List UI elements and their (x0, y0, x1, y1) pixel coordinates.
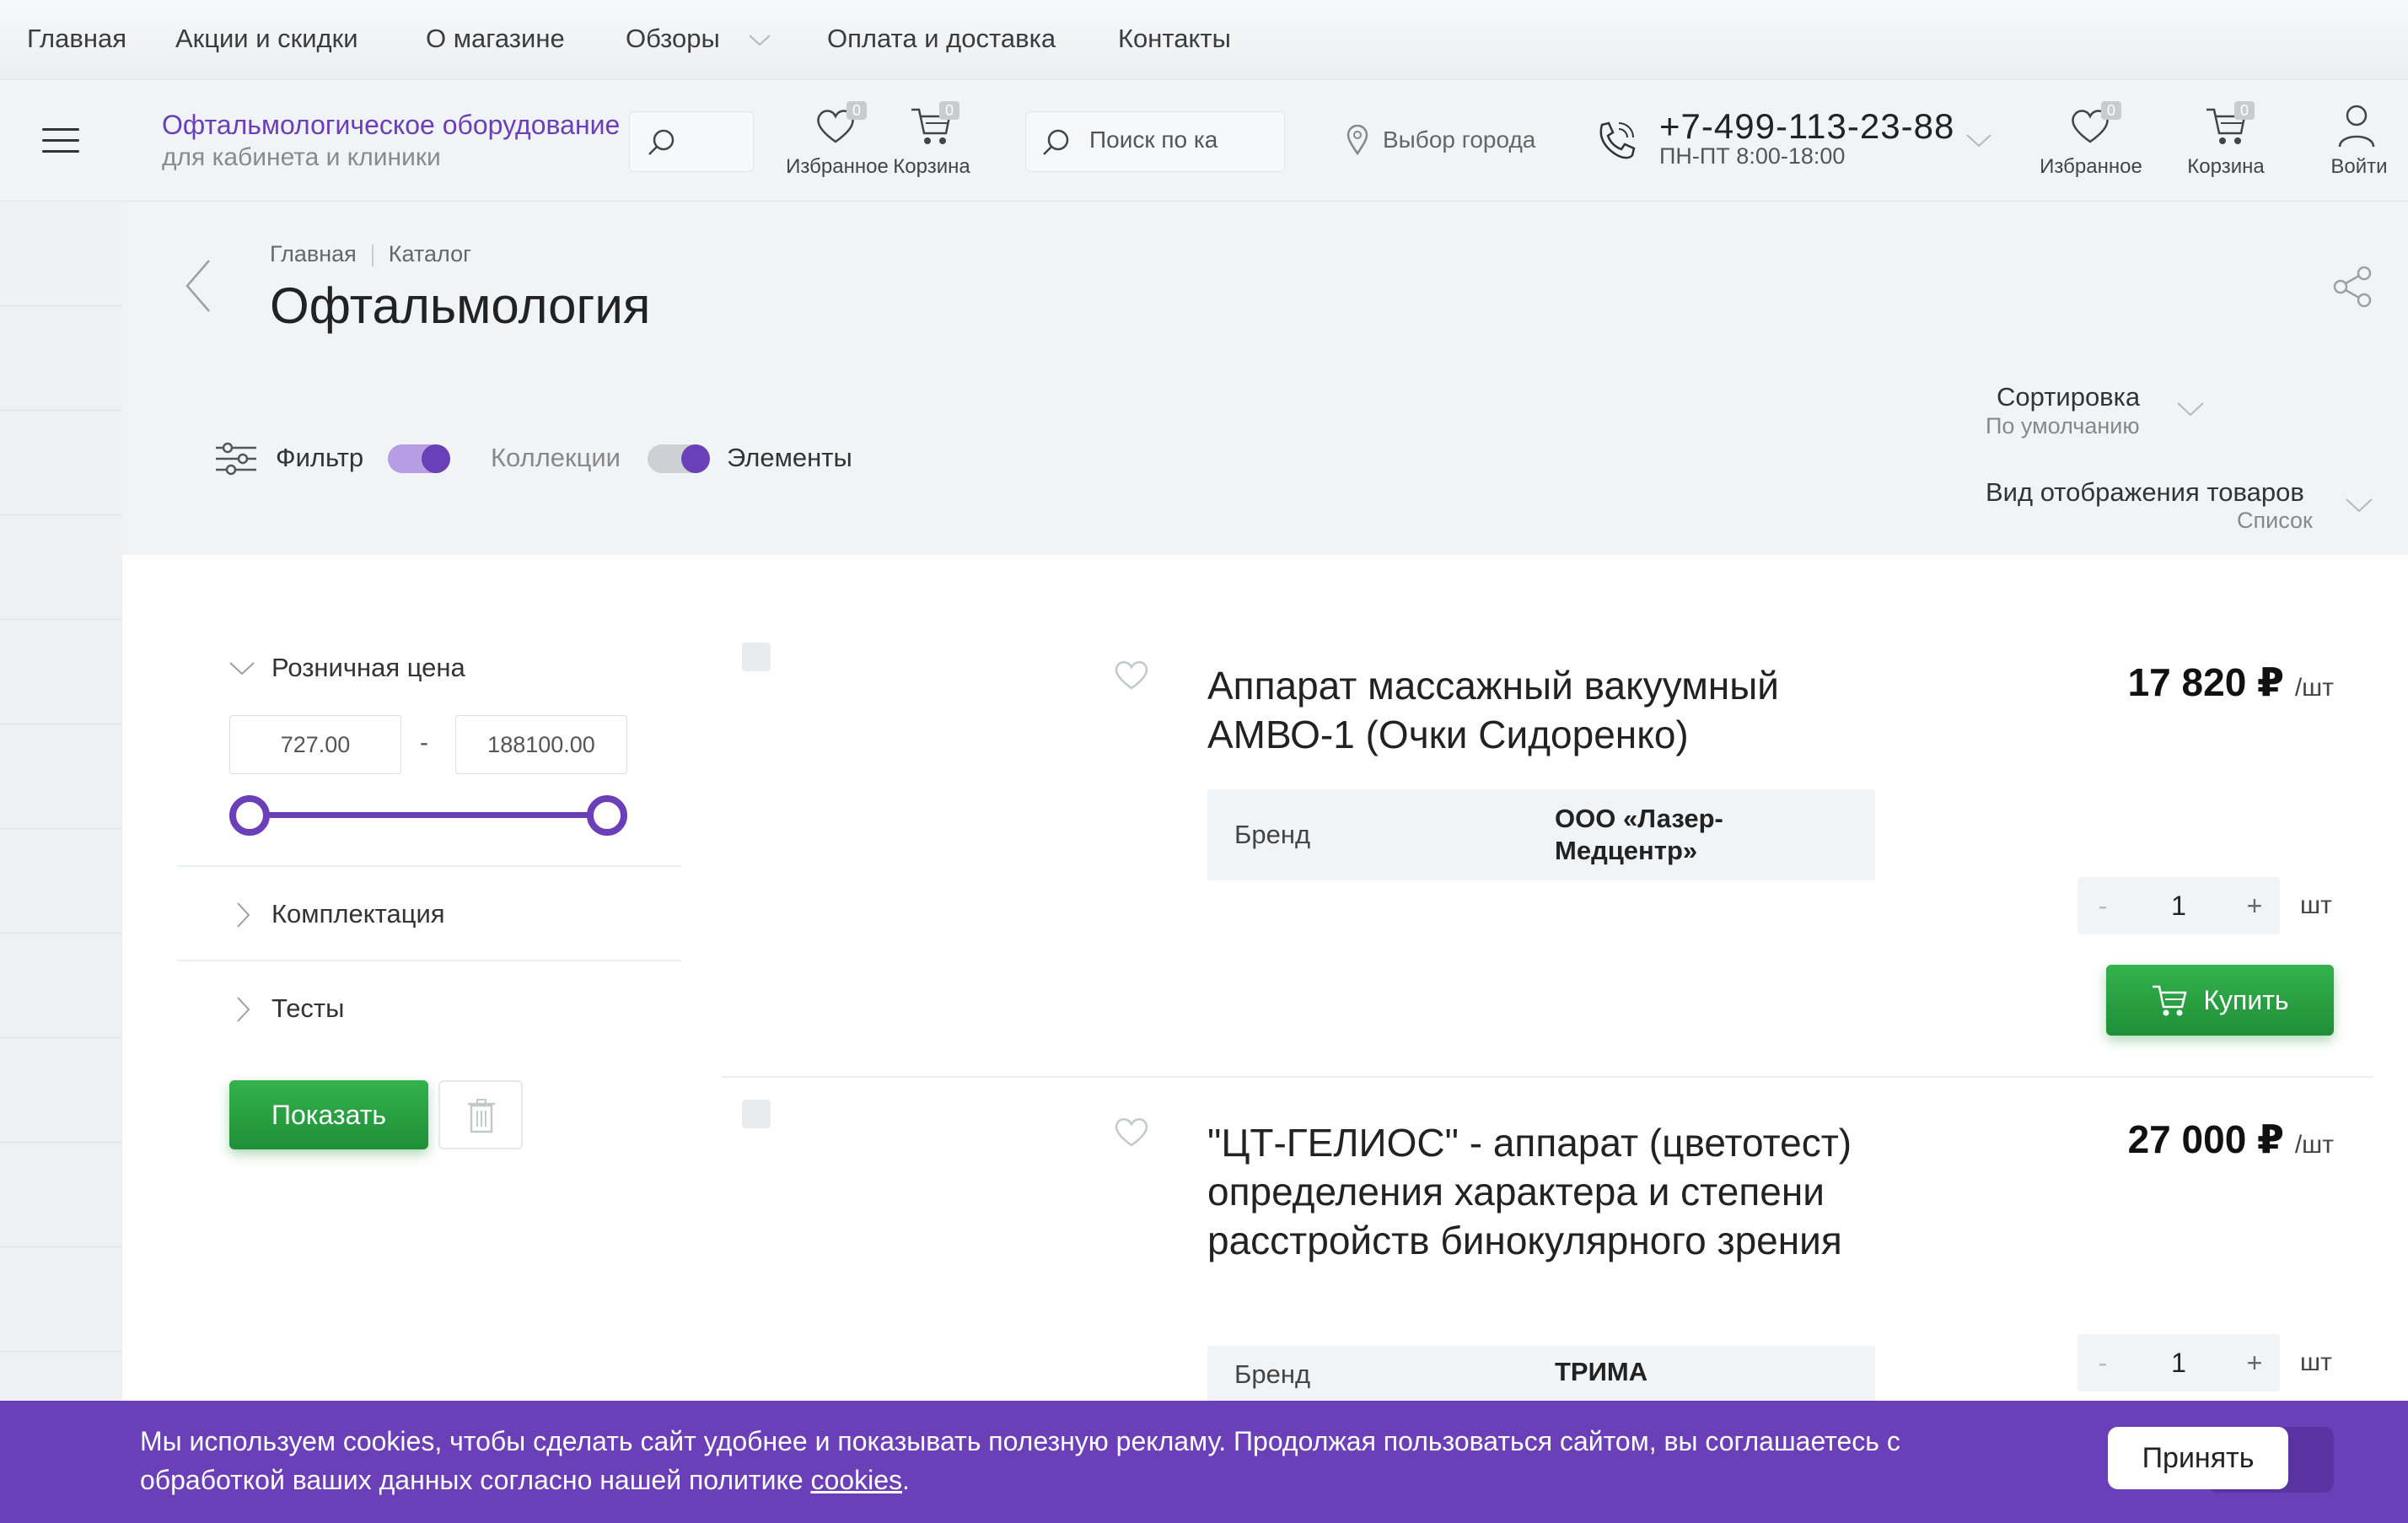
topnav-promotions[interactable]: Акции и скидки (175, 24, 358, 54)
chevron-right-icon[interactable] (234, 901, 253, 929)
price-max-input[interactable]: 188100.00 (455, 715, 627, 774)
heart-icon[interactable] (1113, 1115, 1150, 1149)
filter-settings-icon[interactable] (214, 442, 258, 476)
sort-title[interactable]: Сортировка (1997, 382, 2140, 412)
filter-section-tests[interactable]: Тесты (271, 993, 344, 1024)
chevron-down-icon[interactable] (228, 659, 256, 678)
chevron-down-icon[interactable] (747, 32, 772, 49)
property-value: ООО «Лазер-Медцентр» (1555, 804, 1723, 865)
cookie-policy-link[interactable]: cookies (811, 1465, 903, 1495)
working-hours: ПН-ПТ 8:00-18:00 (1659, 143, 1846, 169)
breadcrumb-catalog[interactable]: Каталог (389, 241, 471, 266)
quantity-value[interactable]: 1 (2128, 1334, 2229, 1391)
chevron-down-icon[interactable] (2344, 496, 2374, 514)
show-button[interactable]: Показать (229, 1080, 428, 1149)
product-divider (721, 1076, 2373, 1078)
compare-checkbox[interactable] (742, 1100, 771, 1128)
accept-cookies-button[interactable]: Принять (2108, 1427, 2288, 1489)
product-title[interactable]: "ЦТ-ГЕЛИОС" - аппарат (цветотест) опреде… (1207, 1118, 1882, 1265)
price-min-input[interactable]: 727.00 (229, 715, 401, 774)
brand-title[interactable]: Офтальмологическое оборудование (162, 110, 620, 141)
quantity-unit: шт (2300, 891, 2332, 919)
search-placeholder[interactable]: Поиск по ка (1089, 126, 1217, 153)
city-selector[interactable]: Выбор города (1383, 126, 1535, 153)
price-range-separator: - (420, 729, 428, 756)
quantity-unit: шт (2300, 1348, 2332, 1376)
user-icon[interactable] (2337, 103, 2376, 148)
chevron-down-icon[interactable] (2175, 400, 2206, 418)
breadcrumb-home[interactable]: Главная (270, 241, 357, 266)
price-range-max-handle[interactable] (587, 795, 627, 836)
breadcrumb: Главная Каталог (270, 241, 471, 267)
cart-count-badge: 0 (2234, 101, 2255, 120)
quantity-value[interactable]: 1 (2128, 877, 2229, 934)
trash-icon (468, 1099, 495, 1133)
phone-number[interactable]: +7-499-113-23-88 (1659, 106, 1954, 147)
back-arrow-icon[interactable] (184, 258, 212, 314)
favorites-count-badge: 0 (847, 101, 867, 120)
compare-checkbox[interactable] (742, 643, 771, 671)
filter-toggle[interactable] (388, 444, 450, 473)
quantity-decrease[interactable]: - (2077, 877, 2128, 934)
property-key: Бренд (1234, 820, 1311, 849)
quantity-stepper[interactable]: - 1 + (2077, 877, 2280, 934)
sort-value[interactable]: По умолчанию (1986, 413, 2140, 439)
view-mode-value[interactable]: Список (2237, 508, 2313, 534)
location-pin-icon[interactable] (1346, 125, 1369, 155)
share-icon[interactable] (2330, 265, 2374, 309)
elements-label[interactable]: Элементы (727, 443, 852, 473)
page-title: Офтальмология (270, 277, 651, 334)
search-icon[interactable] (1040, 126, 1072, 159)
heart-icon[interactable] (1113, 658, 1150, 692)
cookie-message: Мы используем cookies, чтобы сделать сай… (140, 1426, 1900, 1495)
cart-label[interactable]: Корзина (885, 155, 978, 179)
chevron-down-icon[interactable] (1965, 132, 1993, 150)
menu-icon[interactable] (42, 128, 79, 153)
search-icon[interactable] (646, 126, 678, 159)
quantity-stepper[interactable]: - 1 + (2077, 1334, 2280, 1391)
price-filter-title[interactable]: Розничная цена (271, 653, 465, 683)
filter-section-equipment[interactable]: Комплектация (271, 899, 445, 929)
filter-divider (177, 960, 681, 961)
quantity-decrease[interactable]: - (2077, 1334, 2128, 1391)
cart-label[interactable]: Корзина (2175, 155, 2276, 179)
price-range-min-handle[interactable] (229, 795, 270, 836)
price-range-track[interactable] (250, 812, 607, 818)
quantity-increase[interactable]: + (2229, 877, 2280, 934)
property-value: ТРИМА (1555, 1357, 1648, 1386)
left-sidebar-strip (0, 202, 122, 1523)
topnav-home[interactable]: Главная (27, 24, 126, 54)
cart-count-badge: 0 (939, 101, 959, 120)
product-price: 27 000 ₽ /шт (2127, 1117, 2334, 1161)
view-mode-title[interactable]: Вид отображения товаров (1986, 477, 2304, 508)
top-navigation: Главная Акции и скидки О магазине Обзоры… (0, 0, 2408, 80)
product-price: 17 820 ₽ /шт (2127, 660, 2334, 704)
brand-subtitle: для кабинета и клиники (162, 143, 441, 171)
property-key: Бренд (1234, 1359, 1311, 1389)
filter-divider (177, 865, 681, 867)
phone-icon[interactable] (1595, 120, 1636, 162)
topnav-contacts[interactable]: Контакты (1118, 24, 1231, 54)
topnav-reviews[interactable]: Обзоры (626, 24, 720, 54)
favorites-count-badge: 0 (2101, 101, 2121, 120)
collections-label[interactable]: Коллекции (491, 443, 621, 473)
cart-icon (2153, 985, 2187, 1016)
login-label[interactable]: Войти (2319, 155, 2400, 179)
product-title[interactable]: Аппарат массажный вакуумный АМВО-1 (Очки… (1207, 661, 1882, 759)
favorites-label[interactable]: Избранное (782, 155, 892, 179)
favorites-label[interactable]: Избранное (2030, 155, 2152, 179)
collections-elements-toggle[interactable] (648, 444, 710, 473)
topnav-payment-delivery[interactable]: Оплата и доставка (827, 24, 1056, 54)
reset-filter-button[interactable] (438, 1080, 523, 1149)
buy-button-label: Купить (2203, 984, 2289, 1015)
topnav-about[interactable]: О магазине (426, 24, 565, 54)
quantity-increase[interactable]: + (2229, 1334, 2280, 1391)
buy-button[interactable]: Купить (2106, 965, 2334, 1036)
chevron-right-icon[interactable] (234, 995, 253, 1024)
filter-label[interactable]: Фильтр (276, 443, 363, 473)
